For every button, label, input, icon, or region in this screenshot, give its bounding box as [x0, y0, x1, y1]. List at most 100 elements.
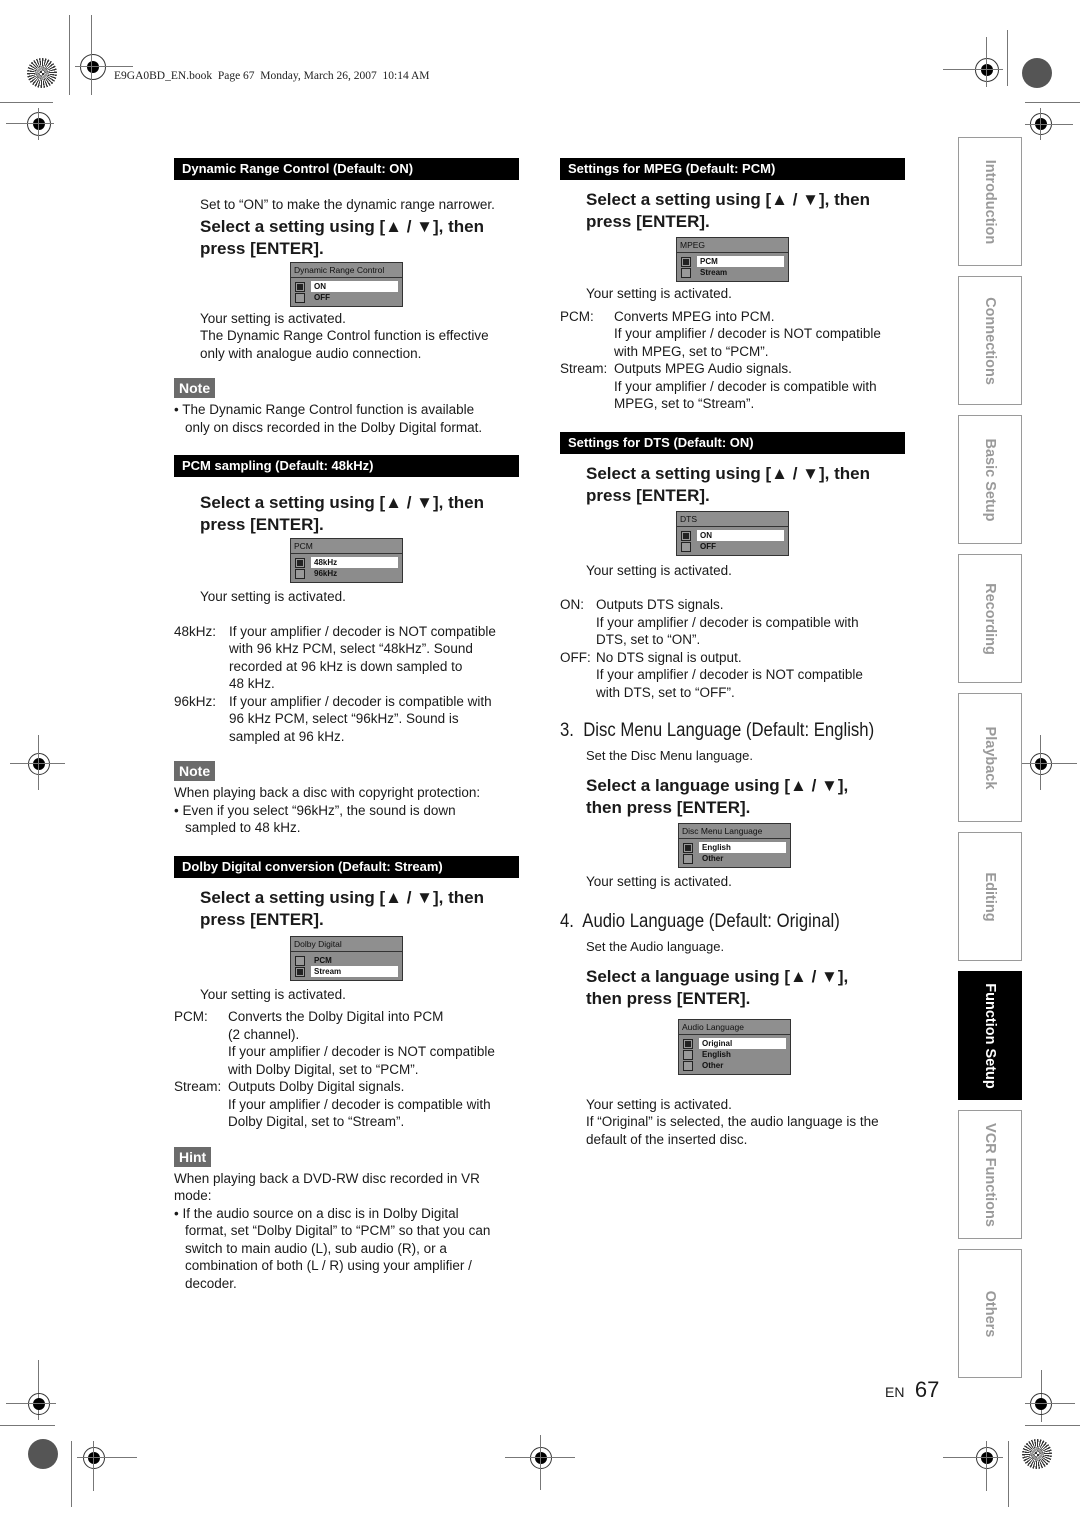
- dolby-instruction: Select a setting using [▲ / ▼], then pre…: [200, 887, 484, 929]
- disc-menu-instruction: Select a language using [▲ / ▼], then pr…: [586, 775, 849, 817]
- chapter-tab-introduction[interactable]: Introduction: [958, 137, 1022, 266]
- definition-item: 96kHz: If your amplifier / decoder is com…: [174, 693, 519, 746]
- menu-option-label: Original: [699, 1037, 786, 1049]
- menu-option[interactable]: Stream: [291, 965, 402, 977]
- drc-instruction: Select a setting using [▲ / ▼], then pre…: [200, 216, 484, 258]
- menu-option[interactable]: ON: [291, 280, 402, 292]
- checkbox-checked-icon[interactable]: [681, 257, 691, 267]
- dts-instruction: Select a setting using [▲ / ▼], then pre…: [586, 463, 870, 505]
- section-heading-dolby: Dolby Digital conversion (Default: Strea…: [174, 855, 519, 878]
- menu-option[interactable]: English: [679, 1049, 790, 1060]
- crosshair-icon: [80, 54, 106, 80]
- menu-option[interactable]: English: [679, 841, 790, 853]
- definition-item: Stream: Outputs Dolby Digital signals. If …: [174, 1078, 519, 1131]
- definition-term: PCM:: [174, 1009, 208, 1024]
- menu-option-label: 96kHz: [314, 569, 338, 578]
- note-badge: Note: [174, 378, 216, 398]
- definition-text: Outputs Dolby Digital signals. If your am…: [228, 1079, 491, 1129]
- menu-option[interactable]: ON: [677, 529, 788, 541]
- checkbox-empty-icon[interactable]: [683, 1060, 693, 1071]
- chapter-tab-label: Connections: [982, 296, 998, 385]
- definition-text: No DTS signal is output. If your amplifie…: [596, 649, 863, 700]
- chapter-tab-function-setup[interactable]: Function Setup: [958, 971, 1022, 1100]
- chapter-tab-label: Others: [982, 1290, 998, 1337]
- checkbox-checked-icon[interactable]: [683, 1038, 693, 1049]
- pcm-menu: PCM 48kHz 96kHz: [290, 538, 403, 583]
- crosshair-icon: [975, 58, 999, 82]
- menu-option[interactable]: Stream: [677, 267, 788, 278]
- hint-text: When playing back a DVD-RW disc recorded…: [174, 1170, 491, 1291]
- menu-title: Disc Menu Language: [679, 823, 790, 839]
- menu-option[interactable]: Other: [679, 1060, 790, 1071]
- checkbox-checked-icon[interactable]: [295, 966, 305, 977]
- chapter-tab-recording[interactable]: Recording: [958, 554, 1022, 683]
- chapter-tab-connections[interactable]: Connections: [958, 276, 1022, 405]
- section-heading-dts: Settings for DTS (Default: ON): [560, 431, 905, 454]
- chapter-tab-editing[interactable]: Editing: [958, 832, 1022, 961]
- checkbox-empty-icon[interactable]: [683, 853, 693, 864]
- definition-term: 96kHz:: [174, 693, 217, 709]
- menu-option-label: PCM: [697, 256, 784, 267]
- checkbox-checked-icon[interactable]: [683, 842, 693, 853]
- audio-language-heading: 4. Audio Language (Default: Original): [560, 911, 840, 932]
- definition-text: Outputs DTS signals. If your amplifier / …: [596, 597, 859, 647]
- checkbox-empty-icon[interactable]: [681, 268, 691, 278]
- definition-item: OFF: No DTS signal is output. If your ampl…: [560, 649, 905, 702]
- chapter-tab-basic-setup[interactable]: Basic Setup: [958, 415, 1022, 544]
- crosshair-icon: [976, 1447, 998, 1469]
- print-header: E9GA0BD_EN.book Page 67 Monday, March 26…: [114, 70, 430, 82]
- note-badge: Note: [174, 761, 216, 781]
- dolby-definitions: PCM: Converts the Dolby Digital into PCM(…: [174, 1008, 519, 1131]
- menu-option[interactable]: OFF: [291, 292, 402, 303]
- menu-option-label: English: [699, 841, 786, 853]
- definition-text: Converts MPEG into PCM. If your amplifier…: [614, 308, 881, 359]
- checkbox-empty-icon[interactable]: [681, 541, 691, 552]
- definition-text: If your amplifier / decoder is NOT compa…: [229, 623, 496, 692]
- checkbox-empty-icon[interactable]: [295, 569, 305, 579]
- drc-note: • The Dynamic Range Control function is …: [174, 402, 483, 435]
- crosshair-icon: [1030, 753, 1052, 775]
- disc-menu-language-menu: Disc Menu Language English Other: [678, 822, 791, 868]
- section-heading-mpeg: Settings for MPEG (Default: PCM): [560, 158, 905, 180]
- menu-title: Dolby Digital: [291, 936, 402, 952]
- section-heading-drc: Dynamic Range Control (Default: ON): [174, 158, 519, 180]
- chapter-tab-vcr-functions[interactable]: VCR Functions: [958, 1110, 1022, 1239]
- crosshair-icon: [28, 1393, 50, 1415]
- starburst-icon: [27, 58, 57, 88]
- chapter-tab-label: VCR Functions: [982, 1122, 998, 1227]
- definition-text: Converts the Dolby Digital into PCM (2 ch…: [228, 1009, 495, 1077]
- menu-option[interactable]: Other: [679, 853, 790, 864]
- chapter-tab-label: Function Setup: [982, 982, 998, 1089]
- menu-option-label: Stream: [311, 965, 398, 977]
- drc-menu: Dynamic Range Control ON OFF: [290, 261, 403, 307]
- checkbox-checked-icon[interactable]: [681, 530, 691, 541]
- definition-item: 48kHz: If your amplifier / decoder is NOT…: [174, 623, 519, 693]
- menu-title: MPEG: [677, 238, 788, 253]
- checkbox-empty-icon[interactable]: [295, 292, 305, 303]
- menu-option[interactable]: OFF: [677, 541, 788, 552]
- menu-option-label: ON: [697, 529, 784, 541]
- chapter-tab-others[interactable]: Others: [958, 1249, 1022, 1378]
- starburst-icon: [1022, 1439, 1052, 1469]
- chapter-tab-playback[interactable]: Playback: [958, 693, 1022, 822]
- chapter-tab-label: Editing: [982, 871, 998, 922]
- left-column: Dynamic Range Control (Default: ON) Set …: [174, 158, 519, 1292]
- pcm-instruction: Select a setting using [▲ / ▼], then pre…: [200, 493, 484, 534]
- menu-option-label: 48kHz: [311, 557, 398, 568]
- checkbox-empty-icon[interactable]: [295, 955, 305, 966]
- menu-option[interactable]: 96kHz: [291, 568, 402, 579]
- checkbox-checked-icon[interactable]: [295, 558, 305, 568]
- disc-menu-language-heading: 3. Disc Menu Language (Default: English): [560, 720, 875, 741]
- menu-option[interactable]: PCM: [291, 955, 402, 966]
- drc-activated: Your setting is activated.: [200, 310, 346, 326]
- menu-option[interactable]: PCM: [677, 256, 788, 267]
- checkbox-checked-icon[interactable]: [295, 281, 305, 292]
- checkbox-empty-icon[interactable]: [683, 1049, 693, 1060]
- menu-option[interactable]: 48kHz: [291, 557, 402, 568]
- right-column: Settings for MPEG (Default: PCM) Select …: [560, 158, 905, 1148]
- chapter-tab-label: Basic Setup: [982, 438, 998, 521]
- menu-option[interactable]: Original: [679, 1037, 790, 1049]
- section-heading-pcm: PCM sampling (Default: 48kHz): [174, 455, 519, 477]
- dts-menu: DTS ON OFF: [676, 510, 789, 556]
- definition-term: OFF:: [560, 649, 591, 665]
